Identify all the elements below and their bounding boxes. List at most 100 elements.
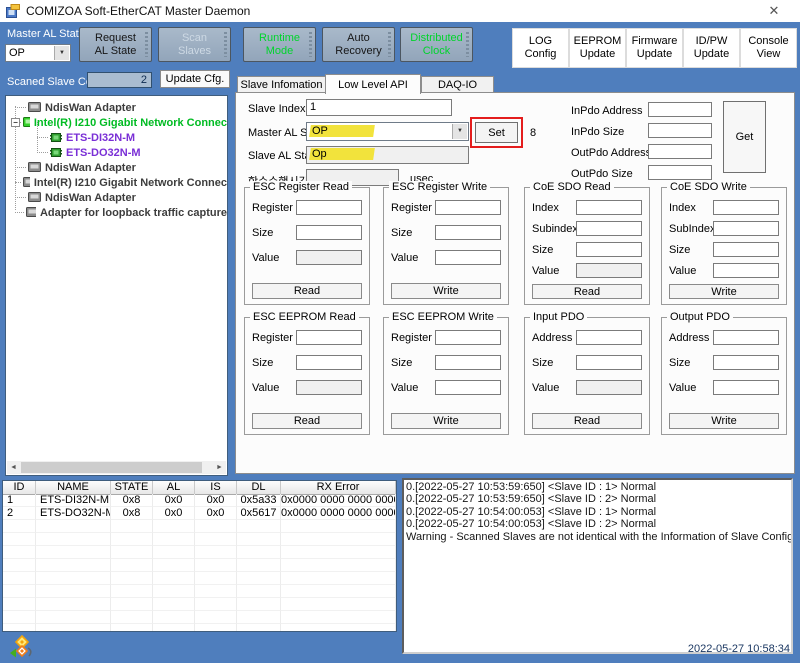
tab-low-level-api[interactable]: Low Level API <box>325 74 421 94</box>
scrollbar-thumb[interactable] <box>21 462 202 473</box>
scroll-left-icon[interactable]: ◄ <box>7 461 20 474</box>
register-field[interactable] <box>435 200 501 215</box>
network-adapter-active-icon <box>23 117 30 128</box>
column-header[interactable]: ID <box>3 481 36 495</box>
slave-status-table: ID NAME STATE AL IS LOST DL RX Error 1 E… <box>2 480 397 632</box>
size-field[interactable] <box>296 225 362 240</box>
auto-recovery-button[interactable]: AutoRecovery <box>322 27 395 62</box>
table-cell[interactable]: 0x0000 0000 0000 0000 <box>281 507 396 520</box>
tree-item-adapter[interactable]: NdisWan Adapter <box>6 190 227 205</box>
chevron-down-icon[interactable]: ▼ <box>54 46 69 60</box>
set-button[interactable]: Set <box>475 122 518 143</box>
table-cell[interactable]: ETS-DI32N-M <box>36 494 111 507</box>
table-cell[interactable]: 0x8 <box>111 507 153 520</box>
table-cell[interactable]: 0x5617 <box>237 507 281 520</box>
set-side-text: 8 <box>530 127 536 139</box>
low-level-api-panel: Slave Index 1 Master AL State OP ▼ Set 8… <box>235 92 795 474</box>
tree-item-slave[interactable]: ETS-DI32N-M <box>6 130 227 145</box>
slave-index-field[interactable]: 1 <box>306 99 452 116</box>
get-button[interactable]: Get <box>723 101 766 173</box>
inpdo-address-field[interactable] <box>648 102 712 117</box>
table-cell[interactable]: ETS-DO32N-M <box>36 507 111 520</box>
table-cell[interactable]: 1 <box>3 494 36 507</box>
write-button[interactable]: Write <box>391 283 501 299</box>
window-title: COMIZOA Soft-EtherCAT Master Daemon <box>26 4 250 18</box>
size-field[interactable] <box>435 225 501 240</box>
size-field[interactable] <box>713 242 779 257</box>
value-field[interactable] <box>713 380 779 395</box>
column-header[interactable]: RX Error <box>281 481 396 495</box>
tree-item-adapter[interactable]: NdisWan Adapter <box>6 160 227 175</box>
value-field[interactable] <box>435 250 501 265</box>
table-cell[interactable]: 0x0 <box>153 494 195 507</box>
value-field[interactable] <box>713 263 779 278</box>
collapse-icon[interactable]: − <box>11 118 20 127</box>
size-field[interactable] <box>576 242 642 257</box>
index-field[interactable] <box>576 200 642 215</box>
outpdo-size-field[interactable] <box>648 165 712 180</box>
register-field[interactable] <box>296 330 362 345</box>
eeprom-update-button[interactable]: EEPROMUpdate <box>569 28 626 68</box>
read-button[interactable]: Read <box>532 284 642 299</box>
register-field[interactable] <box>435 330 501 345</box>
column-header[interactable]: NAME <box>36 481 111 495</box>
tree-item-adapter[interactable]: Intel(R) I210 Gigabit Network Connec <box>6 175 227 190</box>
size-field[interactable] <box>435 355 501 370</box>
log-config-button[interactable]: LOGConfig <box>512 28 569 68</box>
table-cell[interactable]: 0x0 <box>195 494 237 507</box>
size-field[interactable] <box>296 355 362 370</box>
write-button[interactable]: Write <box>669 413 779 429</box>
inpdo-size-field[interactable] <box>648 123 712 138</box>
table-cell[interactable]: 0x0 <box>153 507 195 520</box>
address-field[interactable] <box>576 330 642 345</box>
value-field[interactable] <box>435 380 501 395</box>
outpdo-address-field[interactable] <box>648 144 712 159</box>
index-field[interactable] <box>713 200 779 215</box>
table-cell[interactable]: 0x0000 0000 0000 0000 <box>281 494 396 507</box>
distributed-clock-button[interactable]: DistributedClock <box>400 27 473 62</box>
read-button[interactable]: Read <box>532 413 642 429</box>
chevron-down-icon[interactable]: ▼ <box>452 124 467 139</box>
close-icon[interactable]: ✕ <box>764 2 784 20</box>
tree-item-adapter[interactable]: NdisWan Adapter <box>6 100 227 115</box>
size-field[interactable] <box>713 355 779 370</box>
column-header[interactable]: IS LOST <box>195 481 237 495</box>
size-field[interactable] <box>576 355 642 370</box>
group-title: ESC EEPROM Write <box>389 311 497 323</box>
table-cell[interactable]: 0x8 <box>111 494 153 507</box>
master-al-state-dropdown[interactable]: OP ▼ <box>5 44 71 62</box>
subindex-field[interactable] <box>713 221 779 236</box>
value-field <box>576 263 642 278</box>
write-button[interactable]: Write <box>669 284 779 299</box>
tree-item-slave[interactable]: ETS-DO32N-M <box>6 145 227 160</box>
table-cell[interactable]: 0x5a33 <box>237 494 281 507</box>
console-view-button[interactable]: ConsoleView <box>740 28 797 68</box>
tree-horizontal-scrollbar[interactable]: ◄ ► <box>7 461 226 474</box>
firmware-update-button[interactable]: FirmwareUpdate <box>626 28 683 68</box>
slave-al-state-field: Op <box>306 146 469 164</box>
read-button[interactable]: Read <box>252 283 362 299</box>
read-button[interactable]: Read <box>252 413 362 429</box>
table-cell[interactable]: 2 <box>3 507 36 520</box>
idpw-update-button[interactable]: ID/PWUpdate <box>683 28 740 68</box>
tree-item-adapter-active[interactable]: − Intel(R) I210 Gigabit Network Connec <box>6 115 227 130</box>
tree-item-adapter[interactable]: Adapter for loopback traffic capture <box>6 205 227 220</box>
inpdo-address-label: InPdo Address <box>571 105 643 117</box>
subindex-field[interactable] <box>576 221 642 236</box>
column-header[interactable]: DL <box>237 481 281 495</box>
address-field[interactable] <box>713 330 779 345</box>
group-output-pdo: Output PDO Address Size Value Write <box>661 317 787 435</box>
column-header[interactable]: AL <box>153 481 195 495</box>
log-panel[interactable]: 0.[2022-05-27 10:53:59:650] <Slave ID : … <box>402 478 793 654</box>
request-al-state-button[interactable]: RequestAL State <box>79 27 152 62</box>
write-button[interactable]: Write <box>391 413 501 429</box>
table-cell[interactable]: 0x0 <box>195 507 237 520</box>
master-al-state-form-dropdown[interactable]: OP ▼ <box>306 122 469 141</box>
register-field[interactable] <box>296 200 362 215</box>
update-cfg-button[interactable]: Update Cfg. <box>160 70 230 88</box>
scan-slaves-button[interactable]: ScanSlaves <box>158 27 231 62</box>
scroll-right-icon[interactable]: ► <box>213 461 226 474</box>
runtime-mode-button[interactable]: RuntimeMode <box>243 27 316 62</box>
group-title: CoE SDO Read <box>530 181 614 193</box>
column-header[interactable]: STATE <box>111 481 153 495</box>
